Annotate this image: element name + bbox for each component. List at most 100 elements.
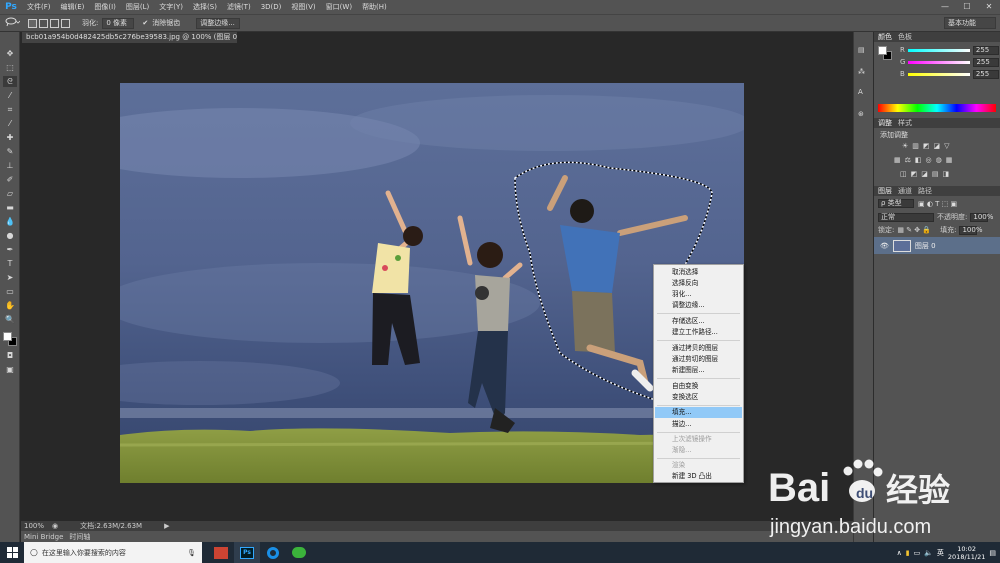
posterize-icon[interactable]: ◩ <box>911 170 918 178</box>
bw-icon[interactable]: ◧ <box>915 156 922 164</box>
taskbar-app-photoshop[interactable]: Ps <box>234 542 260 563</box>
tab-adjustments[interactable]: 调整 <box>878 118 892 128</box>
notification-icon[interactable]: ▤ <box>989 549 996 557</box>
move-tool-icon[interactable]: ✥ <box>3 48 17 59</box>
ctx-fill[interactable]: 填充... <box>655 407 742 418</box>
lasso-icon[interactable] <box>4 17 24 29</box>
healing-brush-icon[interactable]: ✚ <box>3 132 17 143</box>
g-slider[interactable] <box>908 60 971 64</box>
tab-timeline[interactable]: 时间轴 <box>69 532 90 542</box>
balance-icon[interactable]: ⚖ <box>905 156 911 164</box>
document-photo[interactable] <box>120 83 744 483</box>
marquee-tool-icon[interactable]: ⬚ <box>3 62 17 73</box>
taskbar-app-photo[interactable] <box>208 542 234 563</box>
menu-file[interactable]: 文件(F) <box>22 2 56 12</box>
ctx-new-3d-extrusion[interactable]: 新建 3D 凸出 <box>655 471 742 482</box>
eraser-icon[interactable]: ▱ <box>3 188 17 199</box>
ctx-new-layer[interactable]: 新建图层... <box>655 365 742 376</box>
ctx-deselect[interactable]: 取消选择 <box>655 267 742 278</box>
taskbar-clock[interactable]: 10:02 2018/11/21 <box>948 545 985 561</box>
status-arrow-icon[interactable]: ▶ <box>164 522 169 530</box>
feather-input[interactable]: 0 像素 <box>102 17 135 29</box>
vibrance-icon[interactable]: ▽ <box>944 142 949 150</box>
ctx-render[interactable]: 渲染 <box>655 460 742 471</box>
selective-color-icon[interactable]: ◨ <box>943 170 950 178</box>
kind-select[interactable]: ρ 类型 <box>878 199 914 208</box>
screen-mode-icon[interactable]: ▣ <box>3 364 17 375</box>
r-value[interactable]: 255 <box>972 45 999 55</box>
tray-network-icon[interactable]: ▭ <box>914 549 921 557</box>
tab-mini-bridge[interactable]: Mini Bridge <box>24 533 63 541</box>
menu-type[interactable]: 文字(Y) <box>154 2 188 12</box>
blur-tool-icon[interactable]: 💧 <box>3 216 17 227</box>
curves-icon[interactable]: ◩ <box>923 142 930 150</box>
color-spectrum[interactable] <box>878 104 996 112</box>
tray-lang[interactable]: 英 <box>937 548 944 558</box>
path-select-icon[interactable]: ➤ <box>3 272 17 283</box>
document-tab[interactable]: bcb01a954b0d482425db5c276be39583.jpg @ 1… <box>22 32 237 43</box>
lock-icons[interactable]: ▦ ✎ ✥ 🔒 <box>897 226 931 234</box>
menu-image[interactable]: 图像(I) <box>89 2 121 12</box>
tray-shield-icon[interactable]: ▮ <box>906 549 910 557</box>
character-icon[interactable]: A <box>858 88 863 96</box>
eyedropper-icon[interactable]: ⁄ <box>3 118 17 129</box>
shape-tool-icon[interactable]: ▭ <box>3 286 17 297</box>
workspace-select[interactable]: 基本功能 <box>944 17 996 29</box>
ctx-last-filter[interactable]: 上次滤镜操作 <box>655 434 742 445</box>
tray-volume-icon[interactable]: 🔈 <box>924 549 933 557</box>
maximize-button[interactable]: ☐ <box>956 0 978 14</box>
history-brush-icon[interactable]: ✐ <box>3 174 17 185</box>
photo-filter-icon[interactable]: ◎ <box>926 156 932 164</box>
fill-input[interactable]: 100% <box>959 225 982 235</box>
opacity-input[interactable]: 100% <box>970 212 993 222</box>
selection-mode-icons[interactable] <box>28 18 70 28</box>
hue-icon[interactable]: ▦ <box>894 156 901 164</box>
antialias-checkbox[interactable]: ✔ <box>142 19 148 27</box>
ctx-fade[interactable]: 渐隐... <box>655 445 742 456</box>
taskbar-app-browser[interactable] <box>260 542 286 563</box>
start-button[interactable] <box>0 542 24 563</box>
crop-tool-icon[interactable]: ⌗ <box>3 104 17 115</box>
hand-tool-icon[interactable]: ✋ <box>3 300 17 311</box>
brush-tool-icon[interactable]: ✎ <box>3 146 17 157</box>
layer-item[interactable]: 👁 图层 0 <box>874 237 1000 254</box>
gradient-icon[interactable]: ▬ <box>3 202 17 213</box>
menu-window[interactable]: 窗口(W) <box>321 2 357 12</box>
tray-up-icon[interactable]: ∧ <box>897 549 902 557</box>
exposure-icon[interactable]: ◪ <box>934 142 941 150</box>
gradient-map-icon[interactable]: ▤ <box>932 170 939 178</box>
microphone-icon[interactable]: 🎙 <box>187 549 196 557</box>
tab-styles[interactable]: 样式 <box>898 118 912 128</box>
refine-edge-button[interactable]: 调整边缘... <box>196 17 241 29</box>
menu-view[interactable]: 视图(V) <box>286 2 320 12</box>
3d-icon[interactable]: ⊛ <box>858 110 864 118</box>
ctx-make-work-path[interactable]: 建立工作路径... <box>655 327 742 338</box>
dodge-tool-icon[interactable]: ● <box>3 230 17 241</box>
pen-tool-icon[interactable]: ✒ <box>3 244 17 255</box>
zoom-level[interactable]: 100% <box>24 522 44 530</box>
invert-icon[interactable]: ◫ <box>900 170 907 178</box>
foreground-swatch[interactable] <box>878 46 887 55</box>
tab-swatches[interactable]: 色板 <box>898 32 912 42</box>
layer-name[interactable]: 图层 0 <box>915 241 936 251</box>
menu-edit[interactable]: 编辑(E) <box>56 2 90 12</box>
tab-paths[interactable]: 路径 <box>918 186 932 196</box>
quick-mask-icon[interactable]: ◘ <box>3 350 17 361</box>
ctx-transform-selection[interactable]: 变换选区 <box>655 392 742 403</box>
ctx-refine-edge[interactable]: 调整边缘... <box>655 300 742 311</box>
brightness-icon[interactable]: ☀ <box>902 142 908 150</box>
ctx-layer-via-copy[interactable]: 通过拷贝的图层 <box>655 343 742 354</box>
filter-icons[interactable]: ▣ ◐ T ⬚ ▣ <box>918 200 957 208</box>
threshold-icon[interactable]: ◪ <box>921 170 928 178</box>
tab-color[interactable]: 颜色 <box>878 32 892 42</box>
menu-help[interactable]: 帮助(H) <box>357 2 392 12</box>
menu-select[interactable]: 选择(S) <box>188 2 222 12</box>
blend-mode-select[interactable]: 正常 <box>878 212 934 222</box>
tab-layers[interactable]: 图层 <box>878 186 892 196</box>
taskbar-app-wechat[interactable] <box>286 542 312 563</box>
quick-select-icon[interactable]: ⁄ <box>3 90 17 101</box>
b-value[interactable]: 255 <box>972 69 999 79</box>
ctx-feather[interactable]: 羽化... <box>655 289 742 300</box>
visibility-eye-icon[interactable]: 👁 <box>880 242 889 250</box>
clone-stamp-icon[interactable]: ⊥ <box>3 160 17 171</box>
